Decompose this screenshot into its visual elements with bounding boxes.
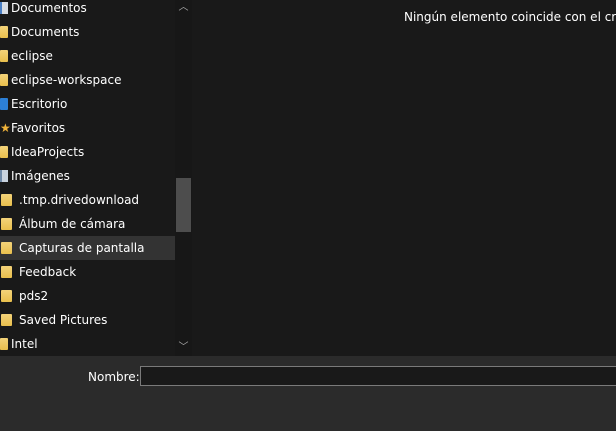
- nav-item-capturas-de-pantalla[interactable]: Capturas de pantalla: [0, 236, 175, 260]
- nav-item-documents[interactable]: Documents: [0, 20, 175, 44]
- nav-item-saved-pictures[interactable]: Saved Pictures: [0, 308, 175, 332]
- nav-item-label: Favoritos: [11, 121, 66, 135]
- nav-scrollbar[interactable]: ︿ ﹀: [175, 0, 192, 356]
- scroll-up-arrow-icon[interactable]: ︿: [175, 0, 192, 16]
- dialog-footer: Nombre:: [0, 356, 616, 431]
- nav-item-label: Saved Pictures: [19, 313, 108, 327]
- nav-item-favoritos[interactable]: ★ Favoritos: [0, 116, 175, 140]
- nav-item-feedback[interactable]: Feedback: [0, 260, 175, 284]
- folder-icon: [0, 338, 8, 350]
- nav-item-label: .tmp.drivedownload: [19, 193, 140, 207]
- file-name-input[interactable]: [140, 366, 616, 386]
- nav-item-label: eclipse: [11, 49, 53, 63]
- nav-item-pds2[interactable]: pds2: [0, 284, 175, 308]
- nav-item-ideaprojects[interactable]: IdeaProjects: [0, 140, 175, 164]
- nav-item-album-de-camara[interactable]: Álbum de cámara: [0, 212, 175, 236]
- nav-item-label: Feedback: [19, 265, 77, 279]
- folder-icon: [1, 218, 12, 230]
- nav-item-eclipse-workspace[interactable]: eclipse-workspace: [0, 68, 175, 92]
- images-icon: [0, 170, 8, 182]
- nav-item-label: IdeaProjects: [11, 145, 85, 159]
- desktop-icon: [0, 98, 8, 110]
- nav-item-imagenes[interactable]: Imágenes: [0, 164, 175, 188]
- nav-item-label: Documentos: [11, 1, 87, 15]
- empty-results-message: Ningún elemento coincide con el criterio: [404, 10, 616, 24]
- folder-icon: [1, 242, 12, 254]
- folder-tree: Documentos Documents eclipse eclipse-wor…: [0, 0, 175, 356]
- nav-item-tmp-drivedownload[interactable]: .tmp.drivedownload: [0, 188, 175, 212]
- navigation-pane: Documentos Documents eclipse eclipse-wor…: [0, 0, 192, 356]
- folder-icon: [0, 74, 8, 86]
- nav-item-intel[interactable]: Intel: [0, 332, 175, 356]
- folder-icon: [0, 146, 8, 158]
- file-dialog: Documentos Documents eclipse eclipse-wor…: [0, 0, 616, 431]
- nav-item-label: Documents: [11, 25, 80, 39]
- nav-item-label: Escritorio: [11, 97, 68, 111]
- nav-item-label: Intel: [11, 337, 38, 351]
- nav-item-label: pds2: [19, 289, 49, 303]
- folder-icon: [0, 50, 8, 62]
- folder-icon: [0, 26, 8, 38]
- folder-icon: [1, 194, 12, 206]
- scrollbar-thumb[interactable]: [176, 178, 191, 232]
- scroll-down-arrow-icon[interactable]: ﹀: [175, 340, 192, 356]
- nav-item-label: eclipse-workspace: [11, 73, 122, 87]
- nav-item-escritorio[interactable]: Escritorio: [0, 92, 175, 116]
- nav-item-label: Álbum de cámara: [19, 217, 126, 231]
- file-name-label: Nombre:: [88, 370, 140, 384]
- file-list-pane[interactable]: Ningún elemento coincide con el criterio: [193, 0, 616, 356]
- nav-item-label: Imágenes: [11, 169, 70, 183]
- star-icon: ★: [0, 121, 11, 135]
- nav-item-eclipse[interactable]: eclipse: [0, 44, 175, 68]
- nav-item-label: Capturas de pantalla: [19, 241, 145, 255]
- folder-icon: [1, 314, 12, 326]
- folder-icon: [1, 290, 12, 302]
- nav-item-documentos[interactable]: Documentos: [0, 0, 175, 20]
- document-icon: [0, 2, 8, 14]
- folder-icon: [1, 266, 12, 278]
